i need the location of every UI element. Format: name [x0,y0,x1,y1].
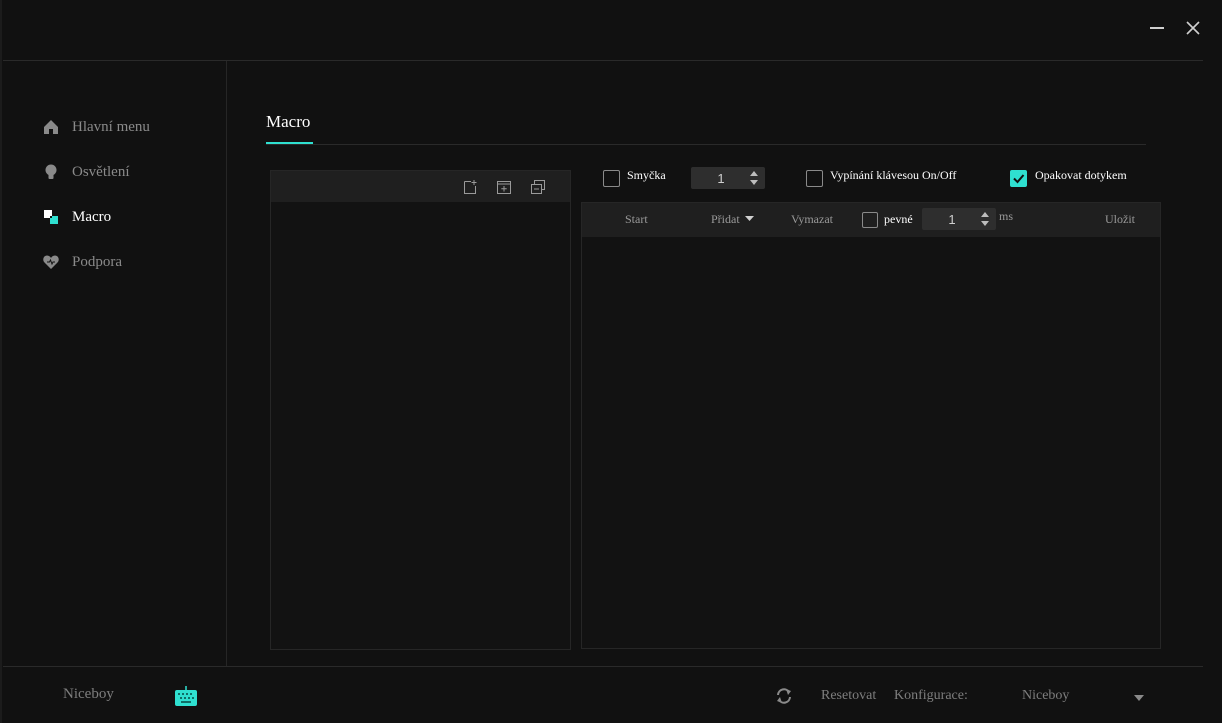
key-toggle-label: Vypínání klávesou On/Off [830,168,957,182]
sidebar-item-label: Podpora [72,253,122,270]
stepper-arrows-icon[interactable] [980,210,990,228]
delay-stepper[interactable] [922,208,996,230]
tab-divider [266,144,1146,145]
add-label: Přidat [711,212,740,226]
delay-input[interactable] [922,208,982,230]
macro-icon [42,208,60,226]
minimize-icon [1150,27,1164,29]
footer-bar: Niceboy Resetovat Konfigurace: Niceboy [0,667,1222,723]
fixed-delay-label: pevné [884,212,913,226]
close-button[interactable] [1180,15,1206,41]
tab-macro[interactable]: Macro [266,112,310,132]
repeat-touch-checkbox[interactable] [1010,170,1027,187]
add-dropdown-button[interactable]: Přidat [711,212,754,227]
sidebar-item-label: Osvětlení [72,163,130,180]
config-label: Konfigurace: [894,688,968,703]
brand-name: Niceboy [63,686,114,702]
save-button[interactable]: Uložit [1105,212,1135,227]
caret-down-icon [744,216,754,221]
reset-button[interactable]: Resetovat [821,688,876,704]
config-selected-value: Niceboy [1022,688,1070,703]
new-macro-button[interactable] [462,179,478,195]
sidebar-item-main-menu[interactable]: Hlavní menu [42,115,150,139]
refresh-icon [777,688,791,704]
macro-list-panel [270,170,571,650]
check-icon [1013,174,1025,184]
keyboard-icon [175,686,197,706]
refresh-button[interactable] [775,687,793,705]
heart-icon [42,253,60,271]
start-record-button[interactable]: Start [625,212,648,227]
loop-count-input[interactable] [691,167,751,189]
config-select[interactable]: Niceboy [1022,686,1146,708]
minimize-button[interactable] [1144,15,1170,41]
sidebar-item-label: Macro [72,208,112,225]
home-icon [42,118,60,136]
close-icon [1186,21,1200,35]
new-folder-button[interactable] [496,179,512,195]
key-toggle-checkbox[interactable] [806,170,823,187]
delay-unit: ms [999,209,1014,223]
new-file-icon [464,180,477,194]
sidebar-item-lighting[interactable]: Osvětlení [42,160,130,184]
sidebar: Hlavní menu Osvětlení Macro Podpora [0,61,227,666]
delete-button[interactable]: Vymazat [791,212,833,227]
duplicate-macro-button[interactable] [530,179,546,195]
loop-count-stepper[interactable] [691,167,765,189]
fixed-delay-checkbox[interactable] [862,212,878,228]
repeat-touch-label: Opakovat dotykem [1035,168,1127,182]
copy-icon [531,180,545,194]
macro-editor-toolbar: Start Přidat Vymazat pevné ms Uložit [582,203,1160,237]
device-button[interactable] [174,685,198,707]
chevron-down-icon [1134,695,1144,701]
add-folder-icon [497,181,511,194]
sidebar-item-label: Hlavní menu [72,118,150,135]
title-bar [0,0,1222,61]
macro-list-toolbar [271,171,570,202]
loop-checkbox[interactable] [603,170,620,187]
stepper-arrows-icon[interactable] [749,169,759,187]
sidebar-item-macro[interactable]: Macro [42,205,111,229]
loop-label: Smyčka [627,168,666,182]
sidebar-item-support[interactable]: Podpora [42,250,122,274]
bulb-icon [42,163,60,181]
macro-editor-panel: Start Přidat Vymazat pevné ms Uložit [581,202,1161,649]
